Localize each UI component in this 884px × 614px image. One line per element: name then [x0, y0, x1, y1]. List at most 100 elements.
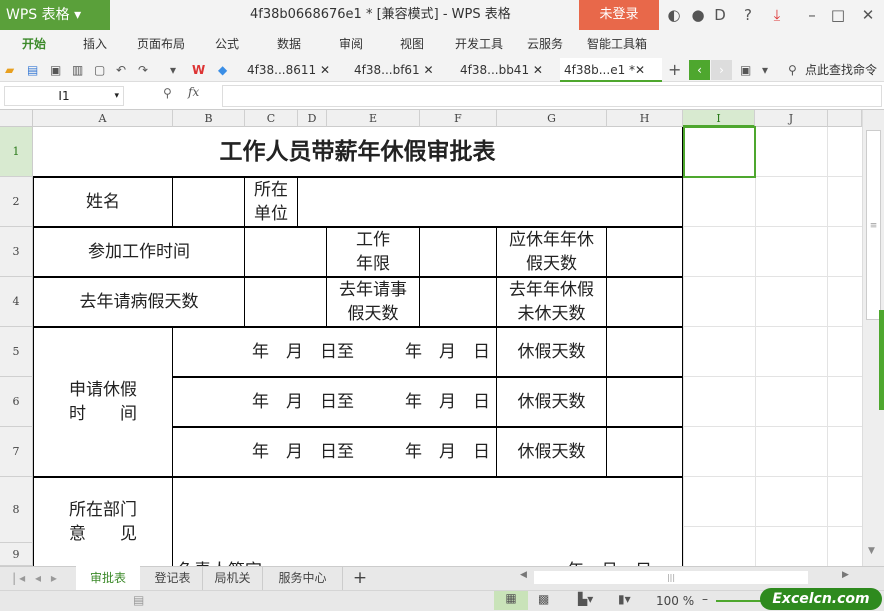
leave-period-1[interactable]: 年 月 日至 年 月 日: [172, 327, 497, 377]
row-header[interactable]: 9: [0, 543, 33, 566]
zoom-slider[interactable]: [716, 600, 762, 602]
h-scroll-thumb[interactable]: |||: [534, 571, 808, 584]
tab-menu-icon[interactable]: ▾: [762, 58, 768, 82]
menu-review[interactable]: 审阅: [339, 30, 363, 58]
menu-insert[interactable]: 插入: [83, 30, 107, 58]
menu-home[interactable]: 开始: [22, 30, 46, 58]
selected-cell-i1[interactable]: [683, 126, 756, 178]
print-preview-icon[interactable]: ▢: [94, 58, 105, 82]
row-header[interactable]: 4: [0, 277, 33, 327]
row-header[interactable]: 2: [0, 177, 33, 227]
menu-view[interactable]: 视图: [400, 30, 424, 58]
normal-view-icon[interactable]: ▦: [494, 591, 528, 610]
menu-formula[interactable]: 公式: [215, 30, 239, 58]
maximize-button[interactable]: □: [826, 0, 850, 30]
horizontal-scrollbar[interactable]: ◀ ||| ▶: [516, 570, 856, 586]
redo-icon[interactable]: ↷: [138, 58, 148, 82]
open-icon[interactable]: ▰: [5, 58, 14, 82]
next-tab-button[interactable]: ›: [711, 60, 732, 80]
leave-period-2[interactable]: 年 月 日至 年 月 日: [172, 377, 497, 427]
col-header[interactable]: E: [327, 110, 420, 127]
reading-mode-icon[interactable]: ▮▾: [618, 592, 631, 606]
page-break-view-icon[interactable]: ▩: [538, 592, 549, 606]
page-layout-icon[interactable]: ▙▾: [578, 592, 593, 606]
sheet-nav-arrows[interactable]: |◂ ◂ ▸ ▸|: [6, 566, 66, 609]
doc-tab[interactable]: 4f38...bf61 ✕: [350, 58, 434, 82]
cell-work-years-value[interactable]: [419, 227, 497, 277]
sheet-tab[interactable]: 服务中心: [263, 566, 343, 590]
sheet-tab-active[interactable]: 审批表: [76, 566, 140, 590]
close-tab-icon[interactable]: ✕: [533, 63, 543, 77]
menu-data[interactable]: 数据: [277, 30, 301, 58]
cell-due-days-value[interactable]: [606, 227, 683, 277]
login-button[interactable]: 未登录: [579, 0, 659, 30]
add-sheet-icon[interactable]: +: [350, 566, 370, 590]
col-header[interactable]: C: [245, 110, 298, 127]
search-icon[interactable]: ⚲: [788, 58, 797, 82]
print-icon[interactable]: ▥: [72, 58, 83, 82]
cell-leave-days-1[interactable]: [606, 327, 683, 377]
zoom-formula-icon[interactable]: ⚲: [163, 86, 172, 100]
cell-sick-days-value[interactable]: [244, 277, 327, 327]
cell-leave-days-3[interactable]: [606, 427, 683, 477]
zoom-level[interactable]: 100 %: [656, 594, 694, 608]
cell-unused-days-value[interactable]: [606, 277, 683, 327]
dropdown-icon[interactable]: ▾: [170, 58, 176, 82]
scroll-left-icon[interactable]: ◀: [520, 570, 527, 580]
name-box[interactable]: I1 ▾: [4, 86, 124, 106]
wps-icon[interactable]: W: [192, 58, 205, 82]
close-tab-icon[interactable]: ✕: [320, 63, 330, 77]
cell-unit-value[interactable]: [297, 177, 683, 227]
wps-menu-button[interactable]: WPS 表格 ▾: [0, 0, 110, 30]
cell-name-value[interactable]: [172, 177, 245, 227]
settings-icon[interactable]: ●: [686, 0, 710, 30]
row-header[interactable]: 6: [0, 377, 33, 427]
share-icon[interactable]: D: [708, 0, 732, 30]
scroll-thumb[interactable]: ≡: [866, 130, 881, 320]
row-header[interactable]: 3: [0, 227, 33, 277]
prev-tab-button[interactable]: ‹: [689, 60, 710, 80]
menu-page-layout[interactable]: 页面布局: [137, 30, 185, 58]
download-icon[interactable]: ⤓: [765, 0, 789, 30]
undo-icon[interactable]: ↶: [116, 58, 126, 82]
menu-toolbox[interactable]: 智能工具箱: [587, 30, 647, 58]
col-header[interactable]: I: [683, 110, 755, 127]
leave-period-3[interactable]: 年 月 日至 年 月 日: [172, 427, 497, 477]
sheet-tab[interactable]: 局机关: [203, 566, 263, 590]
cell-personal-days-value[interactable]: [419, 277, 497, 327]
export-pdf-icon[interactable]: ▣: [50, 58, 61, 82]
col-header[interactable]: J: [755, 110, 828, 127]
sheet-tab[interactable]: 登记表: [143, 566, 203, 590]
col-header[interactable]: F: [420, 110, 497, 127]
select-all[interactable]: [0, 110, 33, 127]
fx-icon[interactable]: fx: [188, 85, 199, 99]
monitor-icon[interactable]: ▣: [740, 58, 751, 82]
cell-work-start-value[interactable]: [244, 227, 327, 277]
menu-cloud[interactable]: 云服务: [527, 30, 563, 58]
doc-tab-active[interactable]: 4f38b...e1 *✕: [560, 58, 662, 82]
zoom-out-icon[interactable]: –: [702, 592, 708, 606]
row-header[interactable]: 5: [0, 327, 33, 377]
new-tab-icon[interactable]: +: [668, 58, 681, 82]
menu-developer[interactable]: 开发工具: [455, 30, 503, 58]
col-header[interactable]: H: [607, 110, 683, 127]
row-header[interactable]: 1: [0, 127, 33, 177]
col-header[interactable]: A: [33, 110, 173, 127]
scroll-right-icon[interactable]: ▶: [842, 570, 849, 580]
col-header[interactable]: D: [298, 110, 327, 127]
side-panel-handle[interactable]: [879, 310, 884, 410]
cube-icon[interactable]: ◆: [218, 58, 227, 82]
row-header[interactable]: 7: [0, 427, 33, 477]
row-header[interactable]: 8: [0, 477, 33, 543]
col-header[interactable]: G: [497, 110, 607, 127]
doc-tab[interactable]: 4f38...bb41 ✕: [456, 58, 543, 82]
search-command[interactable]: 点此查找命令: [805, 58, 877, 82]
close-tab-icon[interactable]: ✕: [424, 63, 434, 77]
col-header[interactable]: [828, 110, 862, 127]
scroll-down-icon[interactable]: ▼: [868, 546, 875, 556]
close-tab-icon[interactable]: ✕: [635, 63, 645, 77]
skin-icon[interactable]: ◐: [662, 0, 686, 30]
cell-leave-days-2[interactable]: [606, 377, 683, 427]
col-header[interactable]: B: [173, 110, 245, 127]
close-button[interactable]: ✕: [856, 0, 880, 30]
